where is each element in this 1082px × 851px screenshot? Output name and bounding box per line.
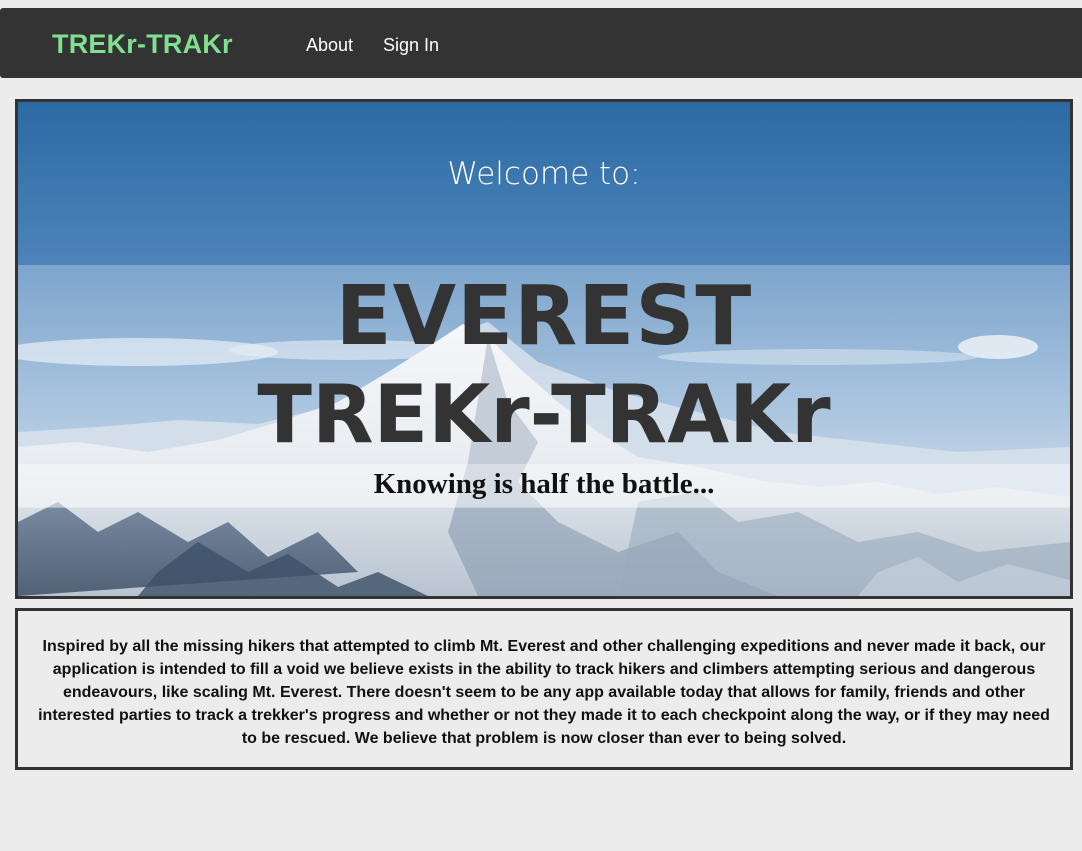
hero-tagline: Knowing is half the battle...	[373, 468, 715, 500]
brand-logo-link[interactable]: TREKr-TRAKr	[52, 28, 233, 60]
welcome-heading: Welcome to:	[447, 156, 641, 192]
nav-link-sign-in[interactable]: Sign In	[383, 35, 439, 55]
hero-title-trekr-trakr: TREKr-TRAKr	[257, 368, 831, 461]
about-paragraph: Inspired by all the missing hikers that …	[38, 638, 1050, 747]
nav-link-about[interactable]: About	[306, 35, 353, 55]
top-navbar: TREKr-TRAKr About Sign In	[0, 8, 1082, 78]
hero-title-everest: EVEREST	[335, 269, 753, 364]
hero-banner: Welcome to: EVEREST TREKr-TRAKr Knowing …	[15, 99, 1073, 599]
about-section: Inspired by all the missing hikers that …	[15, 608, 1073, 770]
